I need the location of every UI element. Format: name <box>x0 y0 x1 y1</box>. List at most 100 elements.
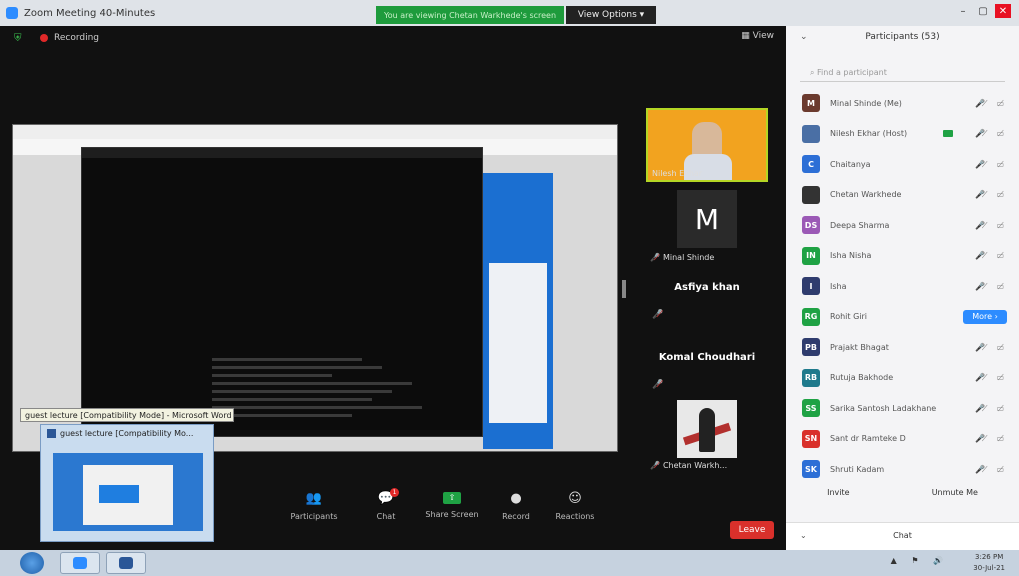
participant-name: Deepa Sharma <box>830 220 890 230</box>
record-icon: ● <box>510 491 522 506</box>
meeting-area: ⛨ Recording ▦ View guest lecture [Compat… <box>0 26 786 550</box>
invite-button[interactable]: Invite <box>827 488 849 497</box>
participant-name: Chetan Warkhede <box>830 190 902 200</box>
avatar: C <box>802 155 820 174</box>
terminal-line <box>212 358 362 361</box>
chat-section[interactable]: ⌄ Chat <box>786 522 1019 550</box>
participant-row[interactable]: SK Shruti Kadam 🎤̸ ▭̸ <box>786 454 1019 485</box>
video-tile[interactable]: 🎤̸ Chetan Warkh... <box>646 398 768 472</box>
minimize-icon[interactable]: – <box>955 4 971 18</box>
zoom-taskbar-button[interactable] <box>60 552 100 574</box>
muted-mic-icon: 🎤̸ ▭̸ <box>974 373 1007 383</box>
window-title: Zoom Meeting 40-Minutes <box>24 7 156 19</box>
participant-row[interactable]: Nilesh Ekhar (Host) 🎤̸ ▭̸ <box>786 119 1019 150</box>
taskbar-tooltip: guest lecture [Compatibility Mode] - Mic… <box>20 408 234 422</box>
reactions-button[interactable]: ☺ Reactions <box>545 491 605 522</box>
terminal-line <box>212 406 422 409</box>
avatar <box>802 185 820 204</box>
thumbnail-title: guest lecture [Compatibility Mo... <box>60 429 194 438</box>
muted-mic-icon: 🎤̸ ▭̸ <box>974 129 1007 139</box>
system-tray[interactable]: ▲ ⚑ 🔊 <box>891 556 949 565</box>
reactions-icon: ☺ <box>568 491 582 506</box>
avatar: DS <box>802 216 820 235</box>
shield-icon[interactable]: ⛨ <box>14 32 26 44</box>
close-icon[interactable]: ✕ <box>995 4 1011 18</box>
video-tile[interactable]: Nilesh Ekhar <box>646 108 768 182</box>
tile-name: Nilesh Ekhar <box>652 169 703 178</box>
participant-row[interactable]: SS Sarika Santosh Ladakhane 🎤̸ ▭̸ <box>786 393 1019 424</box>
participant-name: Minal Shinde (Me) <box>830 98 902 108</box>
view-label: View <box>752 31 774 41</box>
meeting-toolbar: 👥 Participants 💬 1 Chat ⇧ Share Screen ● … <box>0 484 786 550</box>
unmute-me-button[interactable]: Unmute Me <box>932 488 978 497</box>
participant-row[interactable]: RG Rohit Giri More › <box>786 302 1019 333</box>
participant-row[interactable]: M Minal Shinde (Me) 🎤̸ ▭̸ <box>786 88 1019 119</box>
chat-icon: 💬 1 <box>377 488 399 506</box>
participant-row[interactable]: C Chaitanya 🎤̸ ▭̸ <box>786 149 1019 180</box>
share-screen-icon: ⇧ <box>443 492 461 504</box>
os-taskbar: ▲ ⚑ 🔊 3:26 PM 30-Jul-21 <box>0 550 1019 576</box>
word-taskbar-button[interactable] <box>106 552 146 574</box>
participant-row[interactable]: DS Deepa Sharma 🎤̸ ▭̸ <box>786 210 1019 241</box>
muted-mic-icon: 🎤̸ ▭̸ <box>974 159 1007 169</box>
avatar: M <box>677 190 737 248</box>
sharing-banner: You are viewing Chetan Warkhede's screen <box>376 6 564 24</box>
shared-dialog <box>489 263 547 423</box>
participant-row[interactable]: PB Prajakt Bhagat 🎤̸ ▭̸ <box>786 332 1019 363</box>
taskbar-clock[interactable]: 3:26 PM 30-Jul-21 <box>973 552 1005 574</box>
recording-label: Recording <box>54 33 100 43</box>
record-button[interactable]: ● Record <box>486 491 546 522</box>
zoom-icon <box>73 557 87 569</box>
avatar <box>802 124 820 143</box>
chat-button[interactable]: 💬 1 Chat <box>356 488 416 521</box>
participant-row[interactable]: Chetan Warkhede 🎤̸ ▭̸ <box>786 180 1019 211</box>
avatar: IN <box>802 246 820 265</box>
zoom-app-icon <box>6 7 18 19</box>
maximize-icon[interactable]: ▢ <box>975 4 991 18</box>
muted-mic-icon: 🎤̸ <box>650 253 660 262</box>
participant-name: Isha Nisha <box>830 251 872 261</box>
terminal-titlebar <box>82 148 482 158</box>
participant-name: Nilesh Ekhar (Host) <box>830 129 908 139</box>
shared-terminal-window <box>81 147 483 437</box>
view-options-button[interactable]: View Options ▾ <box>566 6 656 24</box>
participant-name: Shruti Kadam <box>830 464 885 474</box>
shared-screen[interactable] <box>12 124 618 452</box>
split-handle[interactable] <box>622 280 626 298</box>
muted-mic-icon: 🎤̸ ▭̸ <box>974 190 1007 200</box>
muted-mic-icon: 🎤̸ ▭̸ <box>974 464 1007 474</box>
participant-list: M Minal Shinde (Me) 🎤̸ ▭̸ Nilesh Ekhar (Hos… <box>786 88 1019 485</box>
participant-row[interactable]: RB Rutuja Bakhode 🎤̸ ▭̸ <box>786 363 1019 394</box>
participant-row[interactable]: SN Sant dr Ramteke D 🎤̸ ▭̸ <box>786 424 1019 455</box>
participant-search-input[interactable]: ⌕ Find a participant <box>800 64 1005 82</box>
avatar: PB <box>802 338 820 357</box>
participant-name: Sant dr Ramteke D <box>830 434 906 444</box>
muted-mic-icon: 🎤̸ ▭̸ <box>974 251 1007 261</box>
terminal-line <box>212 382 412 385</box>
recording-icon <box>40 34 48 42</box>
muted-mic-icon: 🎤̸ <box>652 310 664 320</box>
participants-button[interactable]: 👥 Participants <box>284 492 344 522</box>
view-button[interactable]: ▦ View <box>741 31 774 41</box>
avatar: SS <box>802 399 820 418</box>
panel-title: Participants (53) <box>865 32 940 42</box>
share-screen-button[interactable]: ⇧ Share Screen <box>422 492 482 519</box>
start-button-icon[interactable] <box>20 552 44 574</box>
word-icon <box>119 557 133 569</box>
more-button[interactable]: More › <box>963 309 1007 324</box>
terminal-line <box>212 390 392 393</box>
video-tile[interactable]: M 🎤̸ Minal Shinde <box>646 190 768 264</box>
chat-label: Chat <box>893 531 912 540</box>
chat-badge: 1 <box>390 488 399 497</box>
meeting-top-bar: ⛨ Recording ▦ View <box>0 26 786 50</box>
tile-name: Komal Choudhari <box>658 352 756 363</box>
muted-mic-icon: 🎤̸ ▭̸ <box>974 403 1007 413</box>
participant-row[interactable]: IN Isha Nisha 🎤̸ ▭̸ <box>786 241 1019 272</box>
participant-picture <box>677 400 737 458</box>
participant-name: Rohit Giri <box>830 312 867 322</box>
participant-row[interactable]: I Isha 🎤̸ ▭̸ <box>786 271 1019 302</box>
word-icon <box>47 429 56 438</box>
leave-button[interactable]: Leave <box>730 521 774 539</box>
panel-footer: Invite Unmute Me <box>786 488 1019 497</box>
tile-name: Chetan Warkh... <box>662 461 728 470</box>
